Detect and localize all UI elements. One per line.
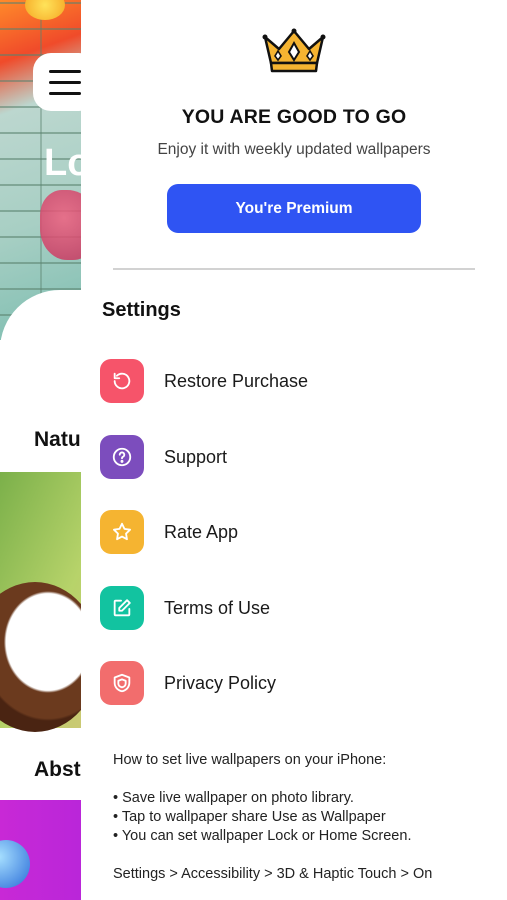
restore-icon bbox=[100, 359, 144, 403]
edit-icon bbox=[100, 586, 144, 630]
hero-art-sun bbox=[25, 0, 65, 20]
menu-item-label: Rate App bbox=[164, 521, 239, 542]
ball-art bbox=[0, 840, 30, 888]
menu-item-label: Privacy Policy bbox=[164, 672, 277, 693]
premium-button[interactable]: You're Premium bbox=[167, 184, 421, 233]
hamburger-line bbox=[49, 69, 81, 73]
star-icon bbox=[100, 510, 144, 554]
howto-step: • Tap to wallpaper share Use as Wallpape… bbox=[113, 809, 386, 825]
premium-status-subtitle: Enjoy it with weekly updated wallpapers bbox=[157, 141, 431, 158]
menu-item-rate-app[interactable]: Rate App bbox=[100, 509, 480, 555]
question-icon bbox=[100, 435, 144, 479]
crown-icon bbox=[262, 28, 326, 73]
settings-heading: Settings bbox=[102, 299, 181, 321]
hamburger-line bbox=[49, 91, 81, 95]
divider bbox=[113, 268, 475, 270]
menu-item-support[interactable]: Support bbox=[100, 434, 480, 480]
howto-step: • You can set wallpaper Lock or Home Scr… bbox=[113, 828, 412, 844]
howto-instructions: How to set live wallpapers on your iPhon… bbox=[113, 751, 493, 884]
menu-item-label: Terms of Use bbox=[164, 597, 271, 618]
menu-item-restore-purchase[interactable]: Restore Purchase bbox=[100, 358, 480, 404]
howto-spacer bbox=[113, 846, 493, 865]
menu-item-terms-of-use[interactable]: Terms of Use bbox=[100, 585, 480, 631]
premium-status-title: YOU ARE GOOD TO GO bbox=[181, 106, 407, 128]
howto-step: • Save live wallpaper on photo library. bbox=[113, 790, 354, 806]
section-title-nature: Natu bbox=[34, 428, 81, 451]
howto-settings-path: Settings > Accessibility > 3D & Haptic T… bbox=[113, 866, 433, 882]
menu-item-label: Support bbox=[164, 446, 228, 467]
hamburger-line bbox=[49, 80, 81, 84]
howto-heading: How to set live wallpapers on your iPhon… bbox=[113, 752, 387, 768]
menu-item-privacy-policy[interactable]: Privacy Policy bbox=[100, 660, 480, 706]
side-drawer: YOU ARE GOOD TO GO Enjoy it with weekly … bbox=[81, 0, 507, 900]
howto-spacer bbox=[113, 770, 493, 789]
shield-icon bbox=[100, 661, 144, 705]
section-title-abstract: Abst bbox=[34, 758, 81, 781]
menu-item-label: Restore Purchase bbox=[164, 370, 309, 391]
